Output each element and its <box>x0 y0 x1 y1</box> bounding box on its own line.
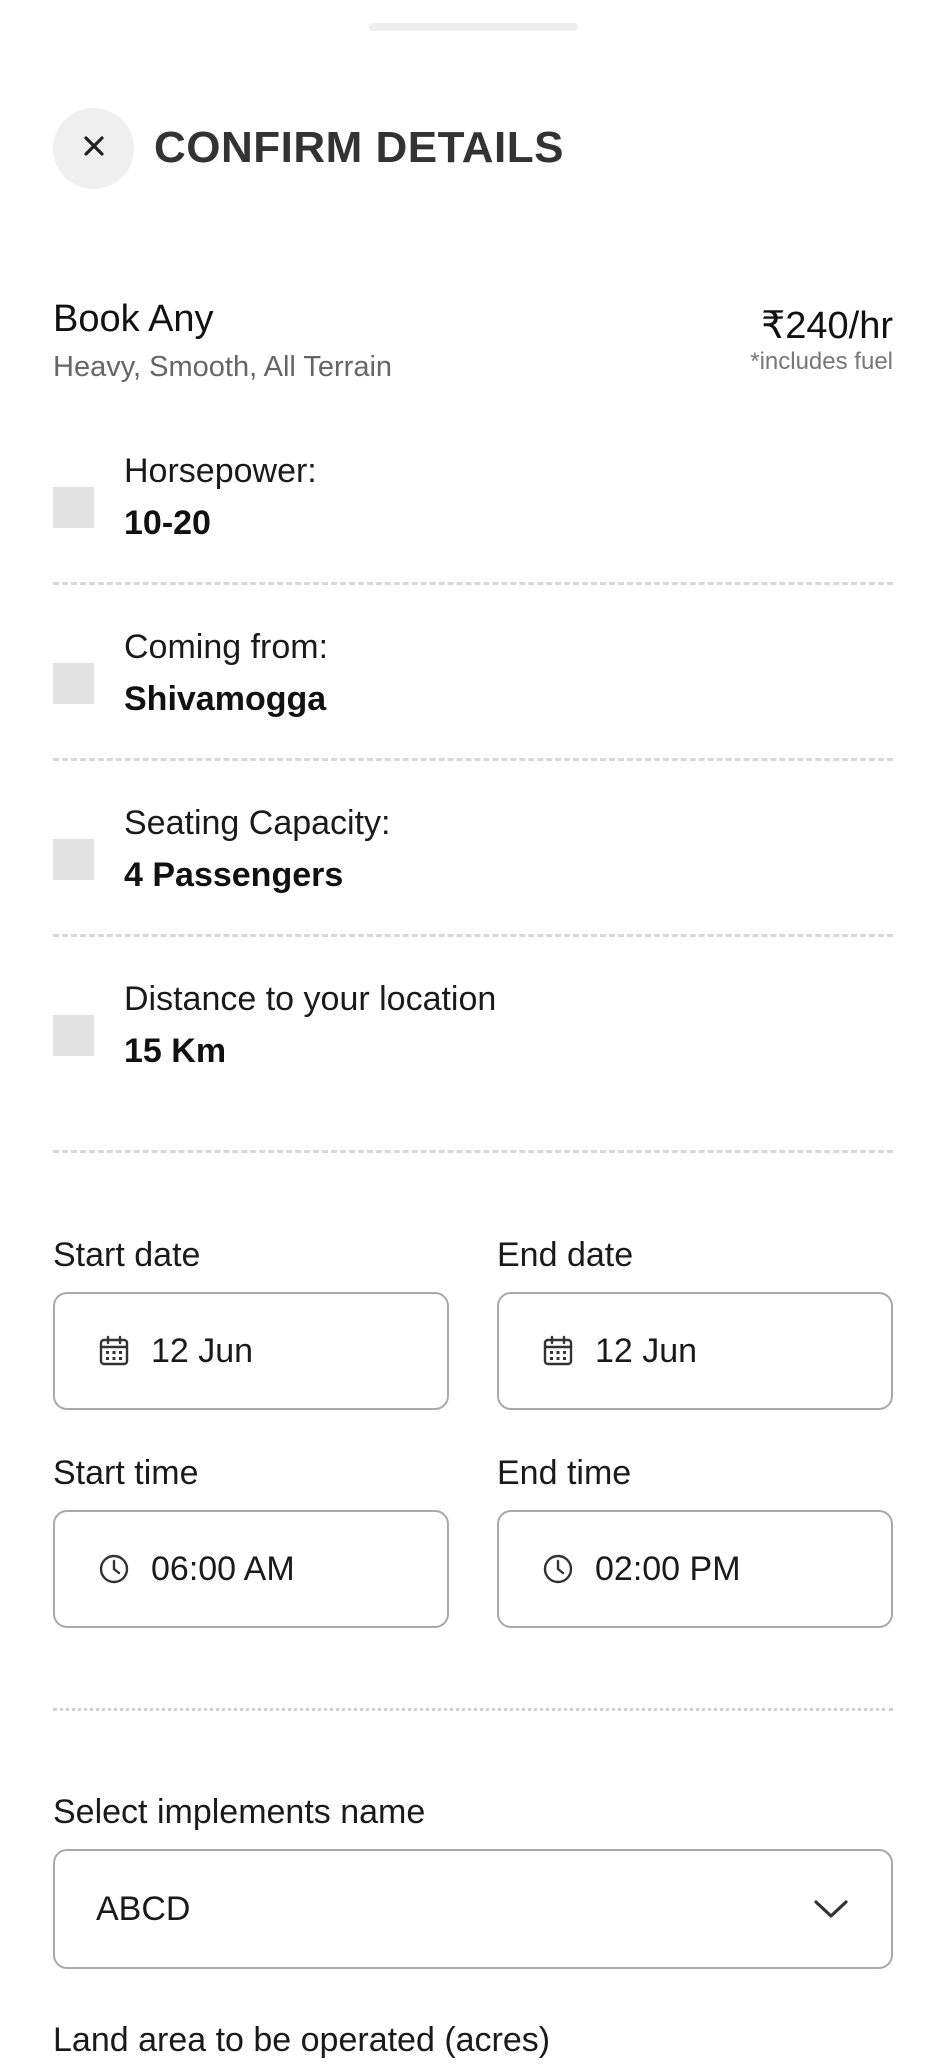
divider <box>53 1150 893 1153</box>
spec-horsepower: Horsepower: 10-20 <box>53 449 893 569</box>
spec-value: 15 Km <box>124 1032 227 1070</box>
divider <box>53 582 893 585</box>
distance-icon <box>53 1015 94 1056</box>
spec-label: Seating Capacity: <box>124 804 391 842</box>
start-date-value: 12 Jun <box>151 1331 254 1370</box>
calendar-icon <box>541 1334 575 1368</box>
location-icon <box>53 663 94 704</box>
implements-select[interactable]: ABCD <box>53 1849 893 1969</box>
horsepower-icon <box>53 487 94 528</box>
end-date-value: 12 Jun <box>595 1331 698 1370</box>
spec-seating-capacity: Seating Capacity: 4 Passengers <box>53 801 893 921</box>
end-date-label: End date <box>497 1236 634 1274</box>
divider <box>53 1708 893 1711</box>
divider <box>53 758 893 761</box>
booking-price: ₹240/hr <box>761 305 893 347</box>
seat-icon <box>53 839 94 880</box>
spec-label: Coming from: <box>124 628 329 666</box>
divider <box>53 934 893 937</box>
spec-value: 4 Passengers <box>124 856 344 894</box>
spec-value: 10-20 <box>124 504 211 542</box>
start-time-field[interactable]: 06:00 AM <box>53 1510 449 1628</box>
spec-label: Horsepower: <box>124 452 317 490</box>
end-time-value: 02:00 PM <box>595 1549 741 1588</box>
spec-distance: Distance to your location 15 Km <box>53 977 893 1097</box>
spec-value: Shivamogga <box>124 680 327 718</box>
clock-icon <box>541 1552 575 1586</box>
page-title: CONFIRM DETAILS <box>154 123 564 172</box>
booking-name: Book Any <box>53 298 214 340</box>
end-date-field[interactable]: 12 Jun <box>497 1292 893 1410</box>
implements-label: Select implements name <box>53 1793 426 1831</box>
close-icon <box>80 132 108 165</box>
clock-icon <box>97 1552 131 1586</box>
implements-selected-value: ABCD <box>96 1889 191 1928</box>
start-date-label: Start date <box>53 1236 201 1274</box>
start-date-field[interactable]: 12 Jun <box>53 1292 449 1410</box>
end-time-label: End time <box>497 1454 632 1492</box>
end-time-field[interactable]: 02:00 PM <box>497 1510 893 1628</box>
start-time-value: 06:00 AM <box>151 1549 295 1588</box>
calendar-icon <box>97 1334 131 1368</box>
start-time-label: Start time <box>53 1454 199 1492</box>
close-button[interactable] <box>53 108 134 189</box>
spec-coming-from: Coming from: Shivamogga <box>53 625 893 745</box>
sheet-drag-handle[interactable] <box>369 23 578 31</box>
spec-label: Distance to your location <box>124 980 497 1018</box>
booking-subtitle: Heavy, Smooth, All Terrain <box>53 351 393 383</box>
land-area-label: Land area to be operated (acres) <box>53 2021 551 2059</box>
price-note: *includes fuel <box>750 348 893 375</box>
chevron-down-icon <box>811 1889 851 1929</box>
